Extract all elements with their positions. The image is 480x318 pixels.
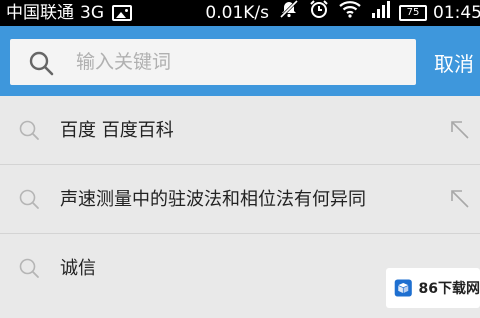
search-icon: [19, 258, 39, 278]
cancel-button[interactable]: 取消: [434, 26, 474, 96]
status-right: 0.01K/s 75 01:45: [205, 0, 480, 26]
mute-icon: [279, 0, 299, 27]
fill-query-arrow-icon[interactable]: [448, 187, 472, 211]
history-item-text: 声速测量中的驻波法和相位法有何异同: [60, 189, 366, 210]
search-icon: [19, 189, 39, 209]
fill-query-arrow-icon[interactable]: [448, 118, 472, 142]
site-watermark: 86下载网: [386, 268, 480, 308]
search-box[interactable]: [10, 39, 416, 85]
network-speed: 0.01K/s: [205, 3, 269, 23]
image-icon: [112, 5, 132, 21]
search-input[interactable]: [76, 39, 406, 85]
history-item-text: 百度 百度百科: [60, 120, 174, 141]
history-item[interactable]: 声速测量中的驻波法和相位法有何异同: [0, 165, 480, 234]
signal-icon: [371, 0, 391, 26]
watermark-text: 86下载网: [418, 281, 480, 297]
search-icon: [19, 120, 39, 140]
clock: 01:45: [433, 3, 480, 23]
alarm-icon: [309, 0, 329, 27]
status-bar: 中国联通 3G 0.01K/s 75 01:45: [0, 0, 480, 26]
network-type: 3G: [80, 3, 104, 23]
history-item[interactable]: 百度 百度百科: [0, 96, 480, 165]
history-item-text: 诚信: [60, 258, 96, 279]
battery-icon: 75: [399, 5, 427, 21]
carrier-name: 中国联通: [6, 3, 74, 23]
box-logo-icon: [394, 279, 412, 297]
search-icon: [29, 51, 54, 76]
search-header: 取消: [0, 26, 480, 96]
wifi-icon: [339, 0, 361, 26]
status-left: 中国联通 3G: [6, 0, 132, 26]
